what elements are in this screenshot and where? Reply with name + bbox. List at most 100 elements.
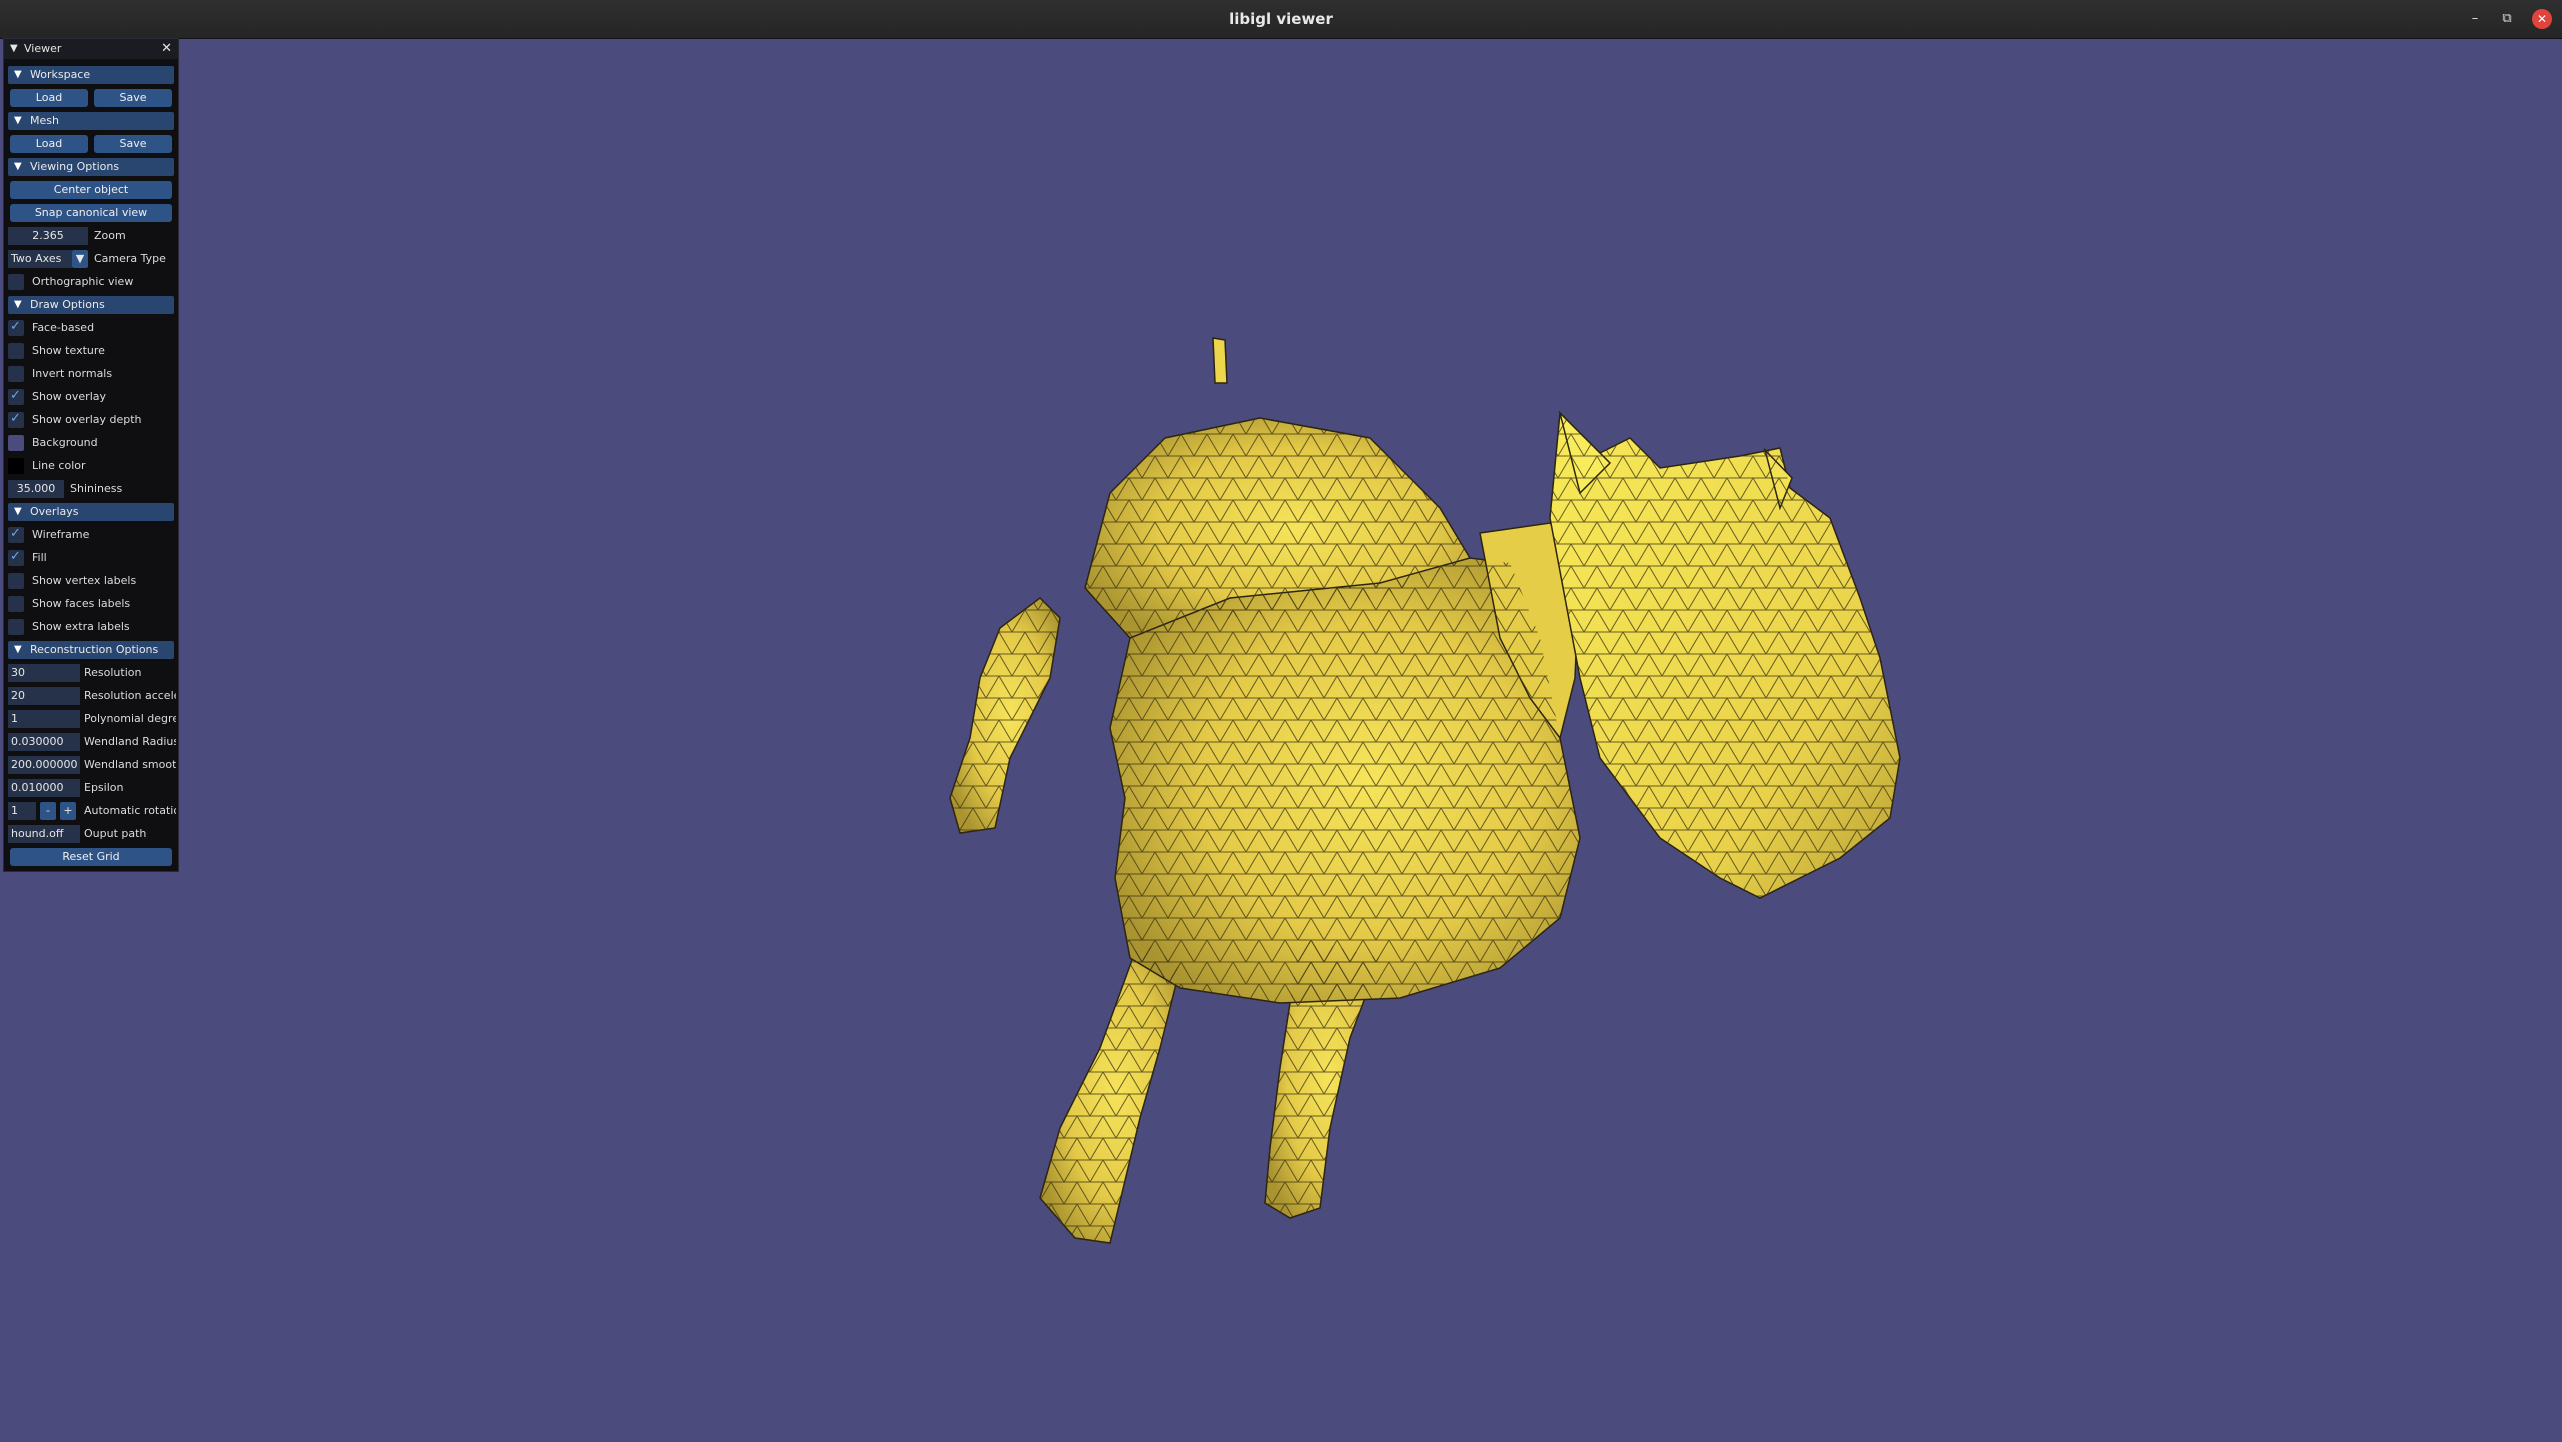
draw-option-row: Face-based (8, 319, 174, 337)
camera-type-select[interactable]: Two Axes (8, 250, 72, 268)
workspace-buttons: Load Save (8, 89, 174, 107)
section-viewing-label: Viewing Options (30, 160, 120, 173)
show-overlay-depth-checkbox[interactable] (8, 411, 24, 428)
shininess-label: Shininess (70, 482, 123, 495)
resolution-accel-label: Resolution acceler (84, 689, 176, 702)
panel-title-bar[interactable]: ▼ Viewer ✕ (4, 39, 178, 59)
orthographic-checkbox[interactable] (8, 274, 24, 290)
section-draw-options[interactable]: ▼ Draw Options (8, 296, 174, 314)
resolution-row: Resolution (8, 664, 174, 682)
wendland-smooth-row: Wendland smooth (8, 756, 176, 774)
3d-viewport[interactable] (180, 38, 2560, 1440)
collapse-triangle-icon: ▼ (14, 299, 22, 310)
draw-option-row: Show overlay depth (8, 411, 174, 429)
reset-grid-button[interactable]: Reset Grid (10, 848, 172, 866)
section-workspace[interactable]: ▼ Workspace (8, 66, 174, 84)
overlay-row: Wireframe (8, 526, 174, 544)
draw-option-row: Show overlay (8, 388, 174, 406)
zoom-row: Zoom (8, 227, 174, 245)
mesh-buttons: Load Save (8, 135, 174, 153)
auto-rotation-input[interactable] (8, 802, 36, 820)
section-mesh[interactable]: ▼ Mesh (8, 112, 174, 130)
face-based-checkbox[interactable] (8, 319, 24, 336)
poly-degree-label: Polynomial degree (84, 712, 176, 725)
overlay-row: Fill (8, 549, 174, 567)
auto-rotation-plus-button[interactable]: + (60, 802, 76, 820)
output-path-row: Ouput path (8, 825, 174, 843)
line-color-label: Line color (32, 459, 86, 472)
section-draw-label: Draw Options (30, 298, 105, 311)
draw-option-label: Invert normals (32, 367, 113, 380)
overlay-label: Wireframe (32, 528, 90, 541)
mesh-render[interactable] (180, 38, 2560, 1440)
epsilon-row: Epsilon (8, 779, 174, 797)
overlay-row: Show faces labels (8, 595, 174, 613)
fill-checkbox[interactable] (8, 549, 24, 566)
panel-close-icon[interactable]: ✕ (161, 39, 172, 59)
draw-option-label: Show texture (32, 344, 105, 357)
vertex-labels-checkbox[interactable] (8, 573, 24, 589)
overlay-label: Show faces labels (32, 597, 131, 610)
window-title: libigl viewer (1229, 10, 1333, 28)
chevron-down-icon[interactable]: ▼ (72, 250, 88, 268)
epsilon-label: Epsilon (84, 781, 124, 794)
resolution-accel-input[interactable] (8, 687, 80, 705)
mesh-save-button[interactable]: Save (94, 135, 172, 153)
background-row: Background (8, 434, 174, 452)
overlay-label: Show vertex labels (32, 574, 137, 587)
overlay-label: Show extra labels (32, 620, 130, 633)
invert-normals-checkbox[interactable] (8, 366, 24, 382)
resolution-input[interactable] (8, 664, 80, 682)
center-object-button[interactable]: Center object (10, 181, 172, 199)
background-color-swatch[interactable] (8, 435, 24, 451)
workspace-load-button[interactable]: Load (10, 89, 88, 107)
overlay-row: Show extra labels (8, 618, 174, 636)
wendland-radius-row: Wendland Radius (8, 733, 176, 751)
section-overlays-label: Overlays (30, 505, 79, 518)
section-reconstruction-label: Reconstruction Options (30, 643, 159, 656)
zoom-input[interactable] (8, 227, 88, 245)
section-reconstruction[interactable]: ▼ Reconstruction Options (8, 641, 174, 659)
collapse-triangle-icon: ▼ (14, 161, 22, 172)
wireframe-overlay (950, 413, 1900, 1243)
background-label: Background (32, 436, 98, 449)
poly-degree-row: Polynomial degree (8, 710, 176, 728)
minimize-button[interactable]: – (2465, 9, 2485, 29)
epsilon-input[interactable] (8, 779, 80, 797)
section-viewing-options[interactable]: ▼ Viewing Options (8, 158, 174, 176)
snap-canonical-row: Snap canonical view (8, 204, 174, 222)
center-object-row: Center object (8, 181, 174, 199)
auto-rotation-row: - + Automatic rotatior (8, 802, 176, 820)
faces-labels-checkbox[interactable] (8, 596, 24, 612)
close-window-button[interactable]: ✕ (2532, 9, 2552, 29)
orthographic-row: Orthographic view (8, 273, 174, 291)
output-path-input[interactable] (8, 825, 80, 843)
viewer-panel: ▼ Viewer ✕ ▼ Workspace Load Save ▼ Mesh … (3, 38, 179, 872)
wireframe-checkbox[interactable] (8, 526, 24, 543)
show-overlay-checkbox[interactable] (8, 388, 24, 405)
collapse-triangle-icon: ▼ (14, 506, 22, 517)
section-mesh-label: Mesh (30, 114, 59, 127)
line-color-swatch[interactable] (8, 458, 24, 474)
draw-option-label: Show overlay depth (32, 413, 142, 426)
section-overlays[interactable]: ▼ Overlays (8, 503, 174, 521)
draw-option-row: Invert normals (8, 365, 174, 383)
mesh-load-button[interactable]: Load (10, 135, 88, 153)
poly-degree-input[interactable] (8, 710, 80, 728)
output-path-label: Ouput path (84, 827, 147, 840)
shininess-row: Shininess (8, 480, 174, 498)
wendland-radius-input[interactable] (8, 733, 80, 751)
show-texture-checkbox[interactable] (8, 343, 24, 359)
auto-rotation-label: Automatic rotatior (84, 804, 176, 817)
maximize-button[interactable]: ⧉ (2497, 9, 2517, 29)
auto-rotation-minus-button[interactable]: - (40, 802, 56, 820)
extra-labels-checkbox[interactable] (8, 619, 24, 635)
wendland-smooth-input[interactable] (8, 756, 80, 774)
shininess-input[interactable] (8, 480, 64, 498)
wendland-smooth-label: Wendland smooth (84, 758, 176, 771)
wendland-radius-label: Wendland Radius (84, 735, 176, 748)
snap-canonical-button[interactable]: Snap canonical view (10, 204, 172, 222)
draw-option-label: Face-based (32, 321, 95, 334)
workspace-save-button[interactable]: Save (94, 89, 172, 107)
overlay-row: Show vertex labels (8, 572, 174, 590)
